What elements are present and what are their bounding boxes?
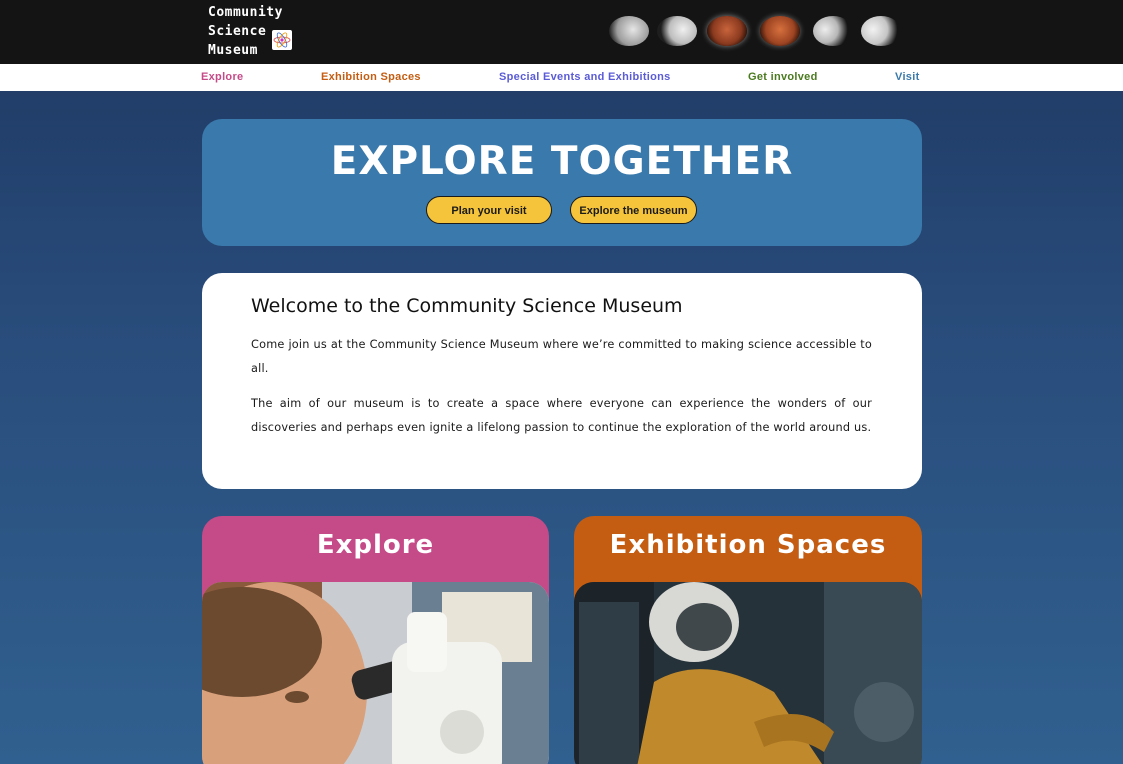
exhibition-spaces-card[interactable]: Exhibition Spaces [574, 516, 922, 764]
welcome-paragraph-2: The aim of our museum is to create a spa… [251, 397, 872, 434]
astronaut-photo [574, 582, 922, 764]
welcome-card: Welcome to the Community Science Museum … [202, 273, 922, 489]
welcome-heading: Welcome to the Community Science Museum [251, 295, 683, 317]
explore-museum-button[interactable]: Explore the museum [570, 196, 697, 224]
explore-card-title: Explore [316, 530, 435, 560]
moon-phase-6 [861, 16, 901, 46]
atom-icon [272, 30, 292, 50]
welcome-paragraph-1: Come join us at the Community Science Mu… [251, 338, 872, 375]
main-nav: Explore Exhibition Spaces Special Events… [0, 64, 1123, 91]
moon-phase-image [605, 12, 905, 52]
nav-explore[interactable]: Explore [201, 71, 243, 83]
moon-phase-3 [707, 16, 747, 46]
explore-card[interactable]: Explore [202, 516, 549, 764]
plan-visit-button[interactable]: Plan your visit [426, 196, 552, 224]
nav-visit[interactable]: Visit [895, 71, 920, 83]
nav-get-involved[interactable]: Get involved [748, 71, 818, 83]
logo-line-1: Community [208, 5, 283, 20]
moon-phase-2 [657, 16, 697, 46]
site-header: Community Science Museum [0, 0, 1123, 64]
moon-phase-5 [813, 16, 853, 46]
moon-phase-4 [760, 16, 800, 46]
moon-phase-1 [609, 16, 649, 46]
microscope-photo [202, 582, 549, 764]
hero-title: EXPLORE TOGETHER [330, 139, 794, 184]
museum-logo[interactable]: Community Science Museum [208, 3, 292, 60]
nav-special-events[interactable]: Special Events and Exhibitions [499, 71, 671, 83]
hero-banner: EXPLORE TOGETHER Plan your visit Explore… [202, 119, 922, 246]
exhibition-spaces-card-title: Exhibition Spaces [609, 530, 887, 560]
nav-exhibition-spaces[interactable]: Exhibition Spaces [321, 71, 421, 83]
